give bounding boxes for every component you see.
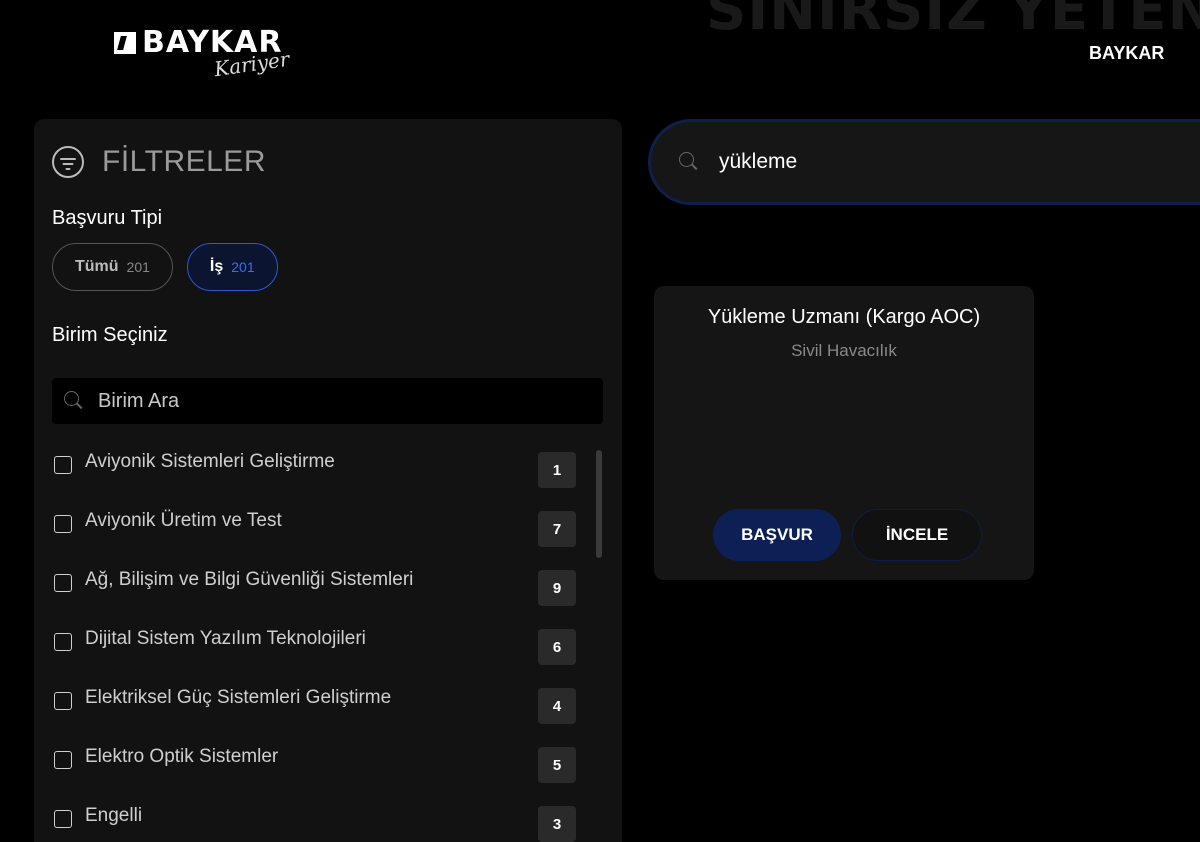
unit-item[interactable]: Dijital Sistem Yazılım Teknolojileri 6 (54, 624, 579, 683)
filter-icon (52, 146, 84, 178)
job-title: Yükleme Uzmanı (Kargo AOC) (707, 306, 981, 328)
search-icon (679, 152, 699, 172)
unit-list: Aviyonik Sistemleri Geliştirme 1 Aviyoni… (54, 447, 579, 842)
pill-label: Tümü (75, 258, 119, 275)
filter-header: FİLTRELER (52, 145, 266, 179)
unit-count-badge: 6 (538, 629, 576, 665)
unit-item[interactable]: Aviyonik Sistemleri Geliştirme 1 (54, 447, 579, 506)
apply-button[interactable]: BAŞVUR (713, 509, 841, 561)
unit-count-badge: 4 (538, 688, 576, 724)
baykar-kariyer-logo[interactable]: BAYKAR Kariyer (114, 28, 291, 81)
type-pill-job[interactable]: İş 201 (186, 243, 278, 291)
job-search-bar (648, 119, 1200, 205)
unit-label: Engelli (85, 805, 143, 826)
background-tagline: SINIRSIZ YETENEK (706, 0, 1200, 43)
unit-item[interactable]: Ağ, Bilişim ve Bilgi Güvenliği Sistemler… (54, 565, 579, 624)
unit-item[interactable]: Aviyonik Üretim ve Test 7 (54, 506, 579, 565)
unit-item[interactable]: Engelli 3 (54, 801, 579, 842)
unit-list-scrollbar[interactable] (596, 450, 602, 558)
unit-search-input[interactable] (98, 389, 558, 413)
unit-item[interactable]: Elektriksel Güç Sistemleri Geliştirme 4 (54, 683, 579, 742)
unit-checkbox[interactable] (54, 810, 72, 828)
unit-label: Ağ, Bilişim ve Bilgi Güvenliği Sistemler… (85, 569, 414, 590)
unit-count-badge: 7 (538, 511, 576, 547)
unit-label: Dijital Sistem Yazılım Teknolojileri (85, 628, 366, 649)
unit-search-box (52, 378, 603, 424)
pill-count: 201 (231, 259, 255, 275)
baykar-logo-mark-icon (114, 32, 136, 54)
unit-label: Aviyonik Üretim ve Test (85, 510, 282, 531)
unit-label: Elektro Optik Sistemler (85, 746, 279, 767)
pill-label: İş (209, 258, 224, 275)
application-type-label: Başvuru Tipi (52, 207, 163, 229)
unit-checkbox[interactable] (54, 692, 72, 710)
unit-item[interactable]: Elektro Optik Sistemler 5 (54, 742, 579, 801)
job-search-input[interactable] (719, 150, 1139, 174)
view-button[interactable]: İNCELE (852, 509, 982, 561)
unit-checkbox[interactable] (54, 574, 72, 592)
unit-checkbox[interactable] (54, 456, 72, 474)
unit-checkbox[interactable] (54, 751, 72, 769)
unit-select-label: Birim Seçiniz (52, 324, 168, 346)
unit-count-badge: 5 (538, 747, 576, 783)
unit-count-badge: 1 (538, 452, 576, 488)
filter-panel: FİLTRELER Başvuru Tipi Tümü 201 İş 201 B… (34, 119, 622, 842)
unit-label: Elektriksel Güç Sistemleri Geliştirme (85, 687, 392, 708)
job-card: Yükleme Uzmanı (Kargo AOC) Sivil Havacıl… (654, 286, 1034, 580)
application-type-pills: Tümü 201 İş 201 (52, 243, 278, 291)
baykar-nav-link[interactable]: BAYKAR (1089, 43, 1164, 64)
unit-label: Aviyonik Sistemleri Geliştirme (85, 451, 335, 472)
unit-count-badge: 9 (538, 570, 576, 606)
type-pill-all[interactable]: Tümü 201 (52, 243, 173, 291)
unit-checkbox[interactable] (54, 633, 72, 651)
unit-checkbox[interactable] (54, 515, 72, 533)
job-department: Sivil Havacılık (791, 341, 897, 360)
filter-title: FİLTRELER (102, 145, 266, 178)
unit-count-badge: 3 (538, 806, 576, 842)
search-icon (64, 391, 84, 411)
pill-count: 201 (126, 259, 150, 275)
